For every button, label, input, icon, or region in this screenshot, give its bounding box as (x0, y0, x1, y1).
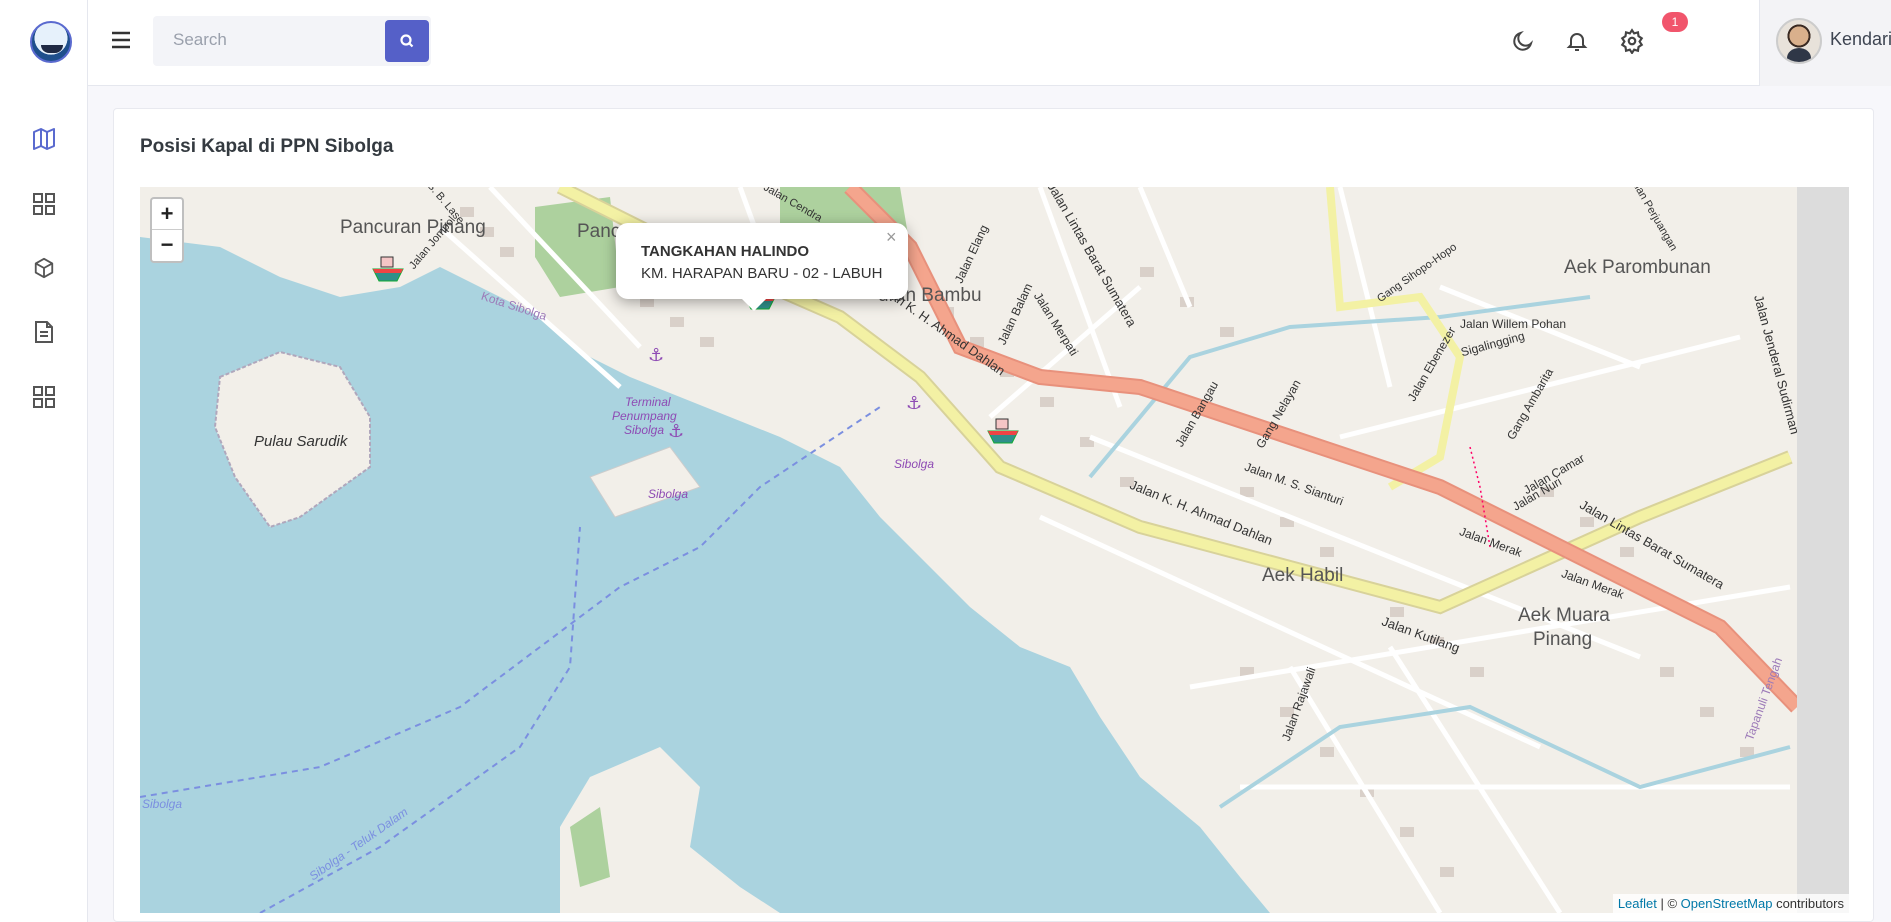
leaflet-link[interactable]: Leaflet (1618, 896, 1657, 911)
app-logo[interactable] (30, 21, 72, 63)
map-label-aek-muara-1: Aek Muara (1518, 605, 1610, 626)
popup-title: TANGKAHAN HALINDO (641, 243, 810, 260)
zoom-control: + − (150, 197, 184, 263)
map-icon[interactable] (31, 126, 57, 152)
svg-text:⚓: ⚓ (906, 393, 922, 414)
map-label-terminal-2: Penumpang (612, 409, 677, 423)
map-tiles: ⚓ ⚓ ⚓ (140, 187, 1803, 913)
search-button[interactable] (385, 20, 429, 62)
leaflet-map[interactable]: ⚓ ⚓ ⚓ Pancuran Pinang Panc uran Bambu Pu… (140, 187, 1849, 913)
zoom-out-button[interactable]: − (152, 230, 182, 261)
attribution-suffix: contributors (1772, 896, 1844, 911)
ship-marker-icon[interactable] (371, 251, 405, 285)
map-label-sibolga-west: Sibolga (142, 797, 183, 811)
search-input[interactable] (173, 30, 373, 50)
settings-gear-icon[interactable] (1618, 27, 1646, 55)
map-label-terminal-1: Terminal (625, 395, 671, 409)
zoom-in-button[interactable]: + (152, 199, 182, 230)
search-icon (400, 34, 414, 48)
map-label-aek-parombunan: Aek Parombunan (1564, 257, 1711, 278)
avatar (1776, 18, 1822, 64)
sidebar (0, 0, 88, 922)
map-label-aek-habil: Aek Habil (1262, 565, 1344, 586)
document-icon[interactable] (31, 319, 57, 345)
apps-icon[interactable] (31, 384, 57, 410)
close-icon[interactable]: × (886, 227, 897, 248)
map-card: Posisi Kapal di PPN Sibolga ⚓ ⚓ ⚓ Pancur… (113, 108, 1874, 922)
page-title: Posisi Kapal di PPN Sibolga (140, 136, 394, 157)
openstreetmap-link[interactable]: OpenStreetMap (1681, 896, 1773, 911)
map-label-sibolga-port-2: Sibolga (894, 457, 935, 471)
map-gray-edge (1797, 187, 1849, 913)
map-label-pulau-sarudik: Pulau Sarudik (254, 433, 348, 450)
notification-bell-icon[interactable] (1563, 27, 1591, 55)
top-header: 1 Kendariweb ⌵ (88, 0, 1891, 86)
svg-text:⚓: ⚓ (648, 345, 664, 366)
popup-subtitle: KM. HARAPAN BARU - 02 - LABUH (641, 265, 883, 282)
map-label-sibolga-port: Sibolga (648, 487, 689, 501)
grid-icon[interactable] (31, 191, 57, 217)
ship-marker-icon[interactable] (986, 413, 1020, 447)
map-label-pancuran-partial: Panc (577, 221, 621, 242)
map-attribution: Leaflet | © OpenStreetMap contributors (1612, 894, 1849, 913)
hamburger-menu-icon[interactable] (110, 29, 132, 51)
svg-text:⚓: ⚓ (668, 421, 684, 442)
user-menu[interactable]: Kendariweb ⌵ (1759, 0, 1891, 86)
map-label-aek-muara-2: Pinang (1533, 629, 1593, 650)
notification-badge: 1 (1662, 12, 1688, 32)
box-icon[interactable] (31, 255, 57, 281)
attribution-separator: | © (1656, 896, 1681, 911)
user-name: Kendariweb (1830, 29, 1891, 49)
map-label-jalan-willem: Jalan Willem Pohan (1460, 317, 1567, 331)
dark-mode-moon-icon[interactable] (1509, 27, 1537, 55)
ship-popup: TANGKAHAN HALINDO KM. HARAPAN BARU - 02 … (616, 223, 908, 311)
map-label-terminal-3: Sibolga (624, 423, 665, 437)
